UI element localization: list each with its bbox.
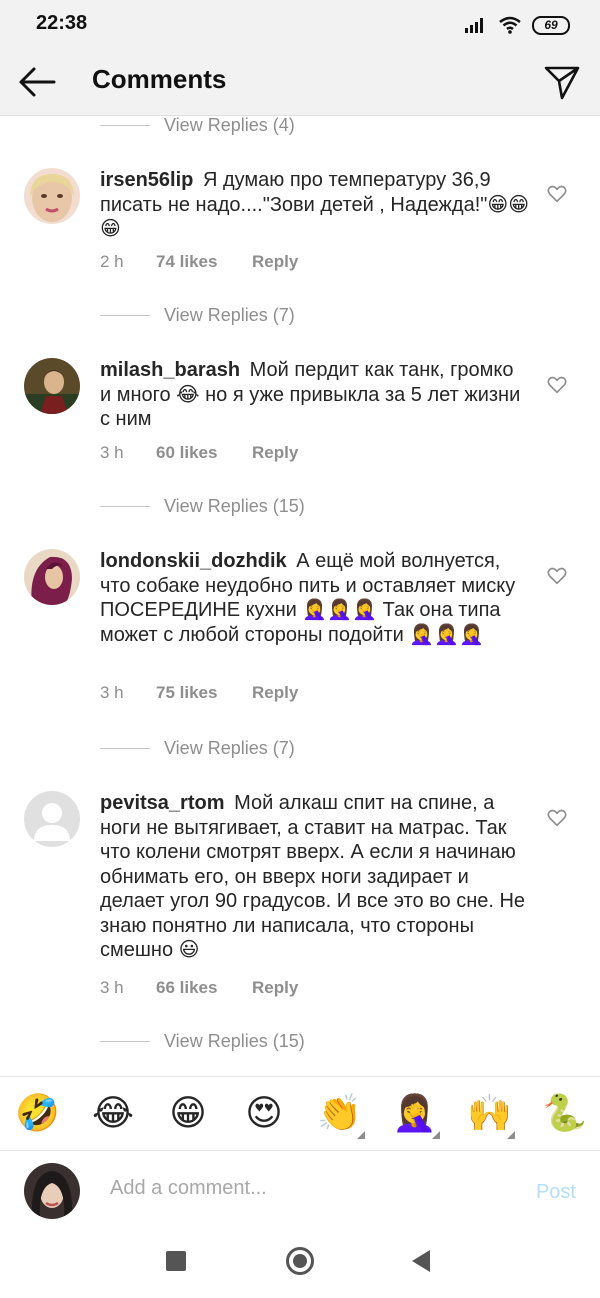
arrow-left-icon [19,67,56,97]
comment-username[interactable]: milash_barash [100,359,240,381]
comment-time: 3 h [100,443,124,462]
comment-text-block: londonskii_dozhdik А ещё мой волнуется, … [100,549,530,647]
view-replies-button[interactable]: View Replies (15) [100,1029,305,1053]
view-replies-label: View Replies (15) [164,495,305,516]
comment-meta: 2 h 74 likes Reply [100,252,298,272]
comment-text-block: pevitsa_rtom Мой алкаш спит на спине, а … [100,791,530,963]
reply-button[interactable]: Reply [252,683,298,703]
comment-time: 2 h [100,252,124,271]
comment-meta: 3 h 60 likes Reply [100,443,298,463]
reply-button[interactable]: Reply [252,252,298,272]
comment-time: 3 h [100,978,124,997]
comment-meta: 3 h 66 likes Reply [100,978,298,998]
skin-tone-indicator [432,1131,440,1139]
wifi-icon [499,16,521,34]
comment-username[interactable]: pevitsa_rtom [100,792,225,814]
comment-likes[interactable]: 66 likes [156,978,252,998]
comments-list[interactable]: View Replies (4) irsen56lip Я думаю про … [0,116,600,1076]
emoji-tears-of-joy-button[interactable]: 😂 [91,1091,135,1135]
direct-send-button[interactable] [540,60,584,104]
view-replies-button[interactable]: View Replies (15) [100,494,305,518]
avatar[interactable] [24,168,80,224]
skin-tone-indicator [507,1131,515,1139]
comment-likes[interactable]: 60 likes [156,443,252,463]
heart-icon[interactable] [546,807,568,829]
heart-icon[interactable] [546,183,568,205]
comment-likes[interactable]: 75 likes [156,683,252,703]
view-replies-button[interactable]: View Replies (7) [100,303,295,327]
comment-likes[interactable]: 74 likes [156,252,252,272]
header: Comments [0,48,600,116]
divider [100,1040,150,1042]
divider [100,505,150,507]
emoji-rofl-button[interactable]: 🤣 [15,1091,60,1135]
emoji-heart-eyes-button[interactable]: 😍 [242,1091,286,1135]
status-icons: 69 [464,13,570,37]
battery-icon: 69 [532,15,570,35]
view-replies-button[interactable]: View Replies (4) [100,116,295,137]
status-bar: 22:38 69 [0,0,600,48]
system-back-button[interactable] [412,1250,430,1272]
emoji-bar: 🤣 😂 😁 😍 👏 🤦‍♀️ 🙌 🐍 [0,1076,600,1150]
emoji-clap-glyph: 👏 [317,1092,362,1133]
recent-apps-button[interactable] [166,1251,186,1271]
emoji-facepalm-glyph: 🤦‍♀️ [392,1092,437,1133]
view-replies-label: View Replies (7) [164,304,295,325]
view-replies-label: View Replies (4) [164,116,295,135]
post-button[interactable]: Post [536,1181,576,1204]
avatar[interactable] [24,358,80,414]
divider [100,124,150,126]
comment-time: 3 h [100,683,124,702]
heart-icon[interactable] [546,374,568,396]
emoji-raised-hands-glyph: 🙌 [467,1092,512,1133]
comment-composer: Post [0,1150,600,1228]
emoji-clap-button[interactable]: 👏 [317,1091,365,1139]
divider [100,747,150,749]
comment-input[interactable] [110,1177,490,1200]
emoji-raised-hands-button[interactable]: 🙌 [467,1091,515,1139]
comment-text-block: milash_barash Мой пердит как танк, громк… [100,358,530,432]
back-button[interactable] [14,60,60,104]
home-button[interactable] [286,1247,314,1275]
view-replies-label: View Replies (15) [164,1030,305,1051]
comment-text-block: irsen56lip Я думаю про температуру 36,9 … [100,168,530,242]
reply-button[interactable]: Reply [252,978,298,998]
heart-icon[interactable] [546,565,568,587]
skin-tone-indicator [357,1131,365,1139]
status-time: 22:38 [36,12,88,34]
signal-icon [465,18,483,33]
page-title: Comments [92,64,227,94]
send-icon [544,66,580,100]
comment-username[interactable]: londonskii_dozhdik [100,550,287,572]
comment-text: Мой алкаш спит на спине, а ноги не вытяг… [100,792,526,961]
reply-button[interactable]: Reply [252,443,298,463]
divider [100,314,150,316]
system-nav-bar [0,1228,600,1298]
user-avatar [24,1163,80,1219]
comment-username[interactable]: irsen56lip [100,169,193,191]
emoji-snake-button[interactable]: 🐍 [542,1091,587,1135]
emoji-facepalm-button[interactable]: 🤦‍♀️ [392,1091,440,1139]
view-replies-label: View Replies (7) [164,737,295,758]
avatar[interactable] [24,791,80,847]
emoji-grin-button[interactable]: 😁 [166,1091,210,1135]
comment-meta: 3 h 75 likes Reply [100,683,298,703]
view-replies-button[interactable]: View Replies (7) [100,736,295,760]
avatar[interactable] [24,549,80,605]
